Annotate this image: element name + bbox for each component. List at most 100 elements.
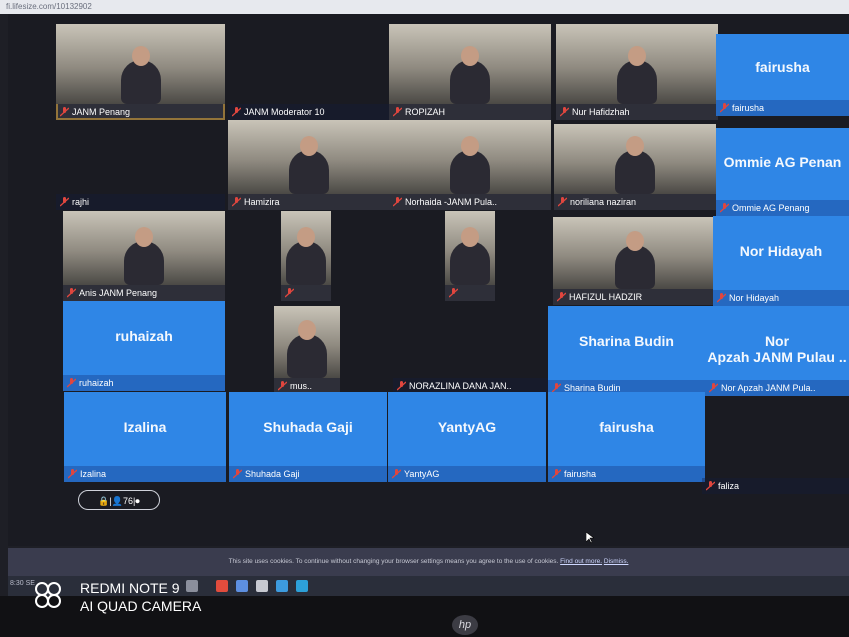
person-silhouette [120,60,161,104]
person-silhouette [124,241,164,285]
participant-tile[interactable]: fairusha fairusha [716,34,849,116]
muted-mic-icon [720,103,729,113]
participant-name-label: noriliana naziran [554,194,716,210]
taskbar-clock: 8:30 SE [10,580,35,587]
watermark-line-2: AI QUAD CAMERA [80,598,202,614]
cookie-dismiss-link[interactable]: Dismiss. [604,558,629,565]
participant-video [554,124,716,194]
participant-big-name: fairusha [755,58,810,75]
muted-mic-icon [67,288,76,298]
person-silhouette [289,150,329,194]
participant-tile[interactable]: noriliana naziran [554,124,716,210]
participant-name-label: Izalina [64,466,226,482]
participant-big-name: fairusha [599,419,654,435]
participant-video [556,24,718,104]
participant-big-name: Shuhada Gaji [263,419,353,435]
person-head [628,46,646,66]
participant-tile[interactable]: HAFIZUL HADZIR [553,217,716,305]
person-silhouette [617,60,657,104]
person-head [300,136,318,156]
muted-mic-icon [552,469,561,479]
taskbar-store-icon[interactable] [256,580,268,592]
participant-tile[interactable]: fairusha fairusha [548,392,705,482]
hp-logo: hp [452,615,478,635]
person-silhouette [450,241,490,285]
muted-mic-icon [709,383,718,393]
taskbar-chrome-icon[interactable] [216,580,228,592]
participant-video [389,120,551,194]
taskbar-app-icon[interactable] [296,580,308,592]
cookie-banner-text: This site uses cookies. To continue with… [228,558,559,565]
participant-big-name: Sharina Budin [579,333,674,349]
participant-tile[interactable]: rajhi [56,120,225,210]
participant-tile[interactable]: Shuhada Gaji Shuhada Gaji [229,392,387,482]
cookie-banner: This site uses cookies. To continue with… [8,548,849,576]
participant-name-label [445,285,495,301]
person-head [625,231,644,251]
muted-mic-icon [393,197,402,207]
taskbar-search-icon[interactable] [186,580,198,592]
browser-url-bar[interactable]: fi.lifesize.com/10132902 [0,0,849,14]
participant-tile[interactable] [445,211,495,301]
participant-tile[interactable]: Izalina Izalina [64,392,226,482]
meeting-status-pill[interactable]: 🔒|👤76|⏺ [78,490,160,510]
participant-tile[interactable]: Nur Hafidzhah [556,24,718,120]
participant-name-label: Ommie AG Penang [716,200,849,216]
participant-name-label: Nur Hafidzhah [556,104,718,120]
person-head [297,227,315,247]
muted-mic-icon [558,197,567,207]
muted-mic-icon [557,292,566,302]
participant-tile[interactable]: Nor Apzah JANM Pulau .. Nor Apzah JANM Pu… [705,306,849,396]
participant-tile[interactable]: faliza [702,454,849,494]
participant-tile[interactable]: mus.. [274,306,340,394]
muted-mic-icon [717,293,726,303]
participant-name-label: Norhaida -JANM Pula.. [389,194,551,210]
participant-tile[interactable]: Anis JANM Penang [63,211,225,301]
participant-tile[interactable] [281,211,331,301]
participant-name-label: HAFIZUL HADZIR [553,289,716,305]
participant-video [63,211,225,285]
participant-tile[interactable]: ROPIZAH [389,24,551,120]
participant-tile[interactable]: Sharina Budin Sharina Budin [548,306,705,396]
person-head [131,46,150,66]
participant-name-label: faliza [702,478,849,494]
muted-mic-icon [392,469,401,479]
participant-big-name: ruhaizah [115,328,173,344]
participant-tile[interactable]: Norhaida -JANM Pula.. [389,120,551,210]
participant-big-name: Ommie AG Penan [723,154,842,171]
person-head [298,320,316,340]
person-head [461,46,479,66]
participant-tile[interactable]: NORAZLINA DANA JAN.. [393,306,548,394]
muted-mic-icon [560,107,569,117]
participant-video [228,120,390,194]
muted-mic-icon [232,107,241,117]
participant-tile[interactable]: Hamizira [228,120,390,210]
participant-big-name: YantyAG [437,419,497,435]
participant-tile[interactable]: Ommie AG Penan Ommie AG Penang [716,128,849,216]
participant-name-label [281,285,331,301]
muted-mic-icon [285,288,294,298]
muted-mic-icon [68,469,77,479]
taskbar-mail-icon[interactable] [236,580,248,592]
muted-mic-icon [720,203,729,213]
participant-video [553,217,716,289]
person-silhouette [286,241,326,285]
participant-tile[interactable]: JANM Penang [56,24,225,120]
participant-name-label: fairusha [716,100,849,116]
participant-tile[interactable]: JANM Moderator 10 [228,24,390,120]
cookie-find-out-more-link[interactable]: Find out more. [560,558,602,565]
participant-name-label: Nor Hidayah [713,290,849,306]
participant-tile[interactable]: Nor Hidayah Nor Hidayah [713,216,849,306]
participant-video [56,24,225,104]
participant-name-label: ruhaizah [63,375,225,391]
person-head [135,227,153,247]
participant-big-name: Nor Hidayah [739,243,823,259]
person-silhouette [450,60,490,104]
watermark-line-1: REDMI NOTE 9 [80,580,180,596]
participant-tile[interactable]: ruhaizah ruhaizah [63,301,225,391]
participant-tile[interactable]: YantyAG YantyAG [388,392,546,482]
taskbar-edge-icon[interactable] [276,580,288,592]
participant-big-name: Izalina [123,419,167,435]
participant-name-label: YantyAG [388,466,546,482]
person-silhouette [287,334,327,378]
